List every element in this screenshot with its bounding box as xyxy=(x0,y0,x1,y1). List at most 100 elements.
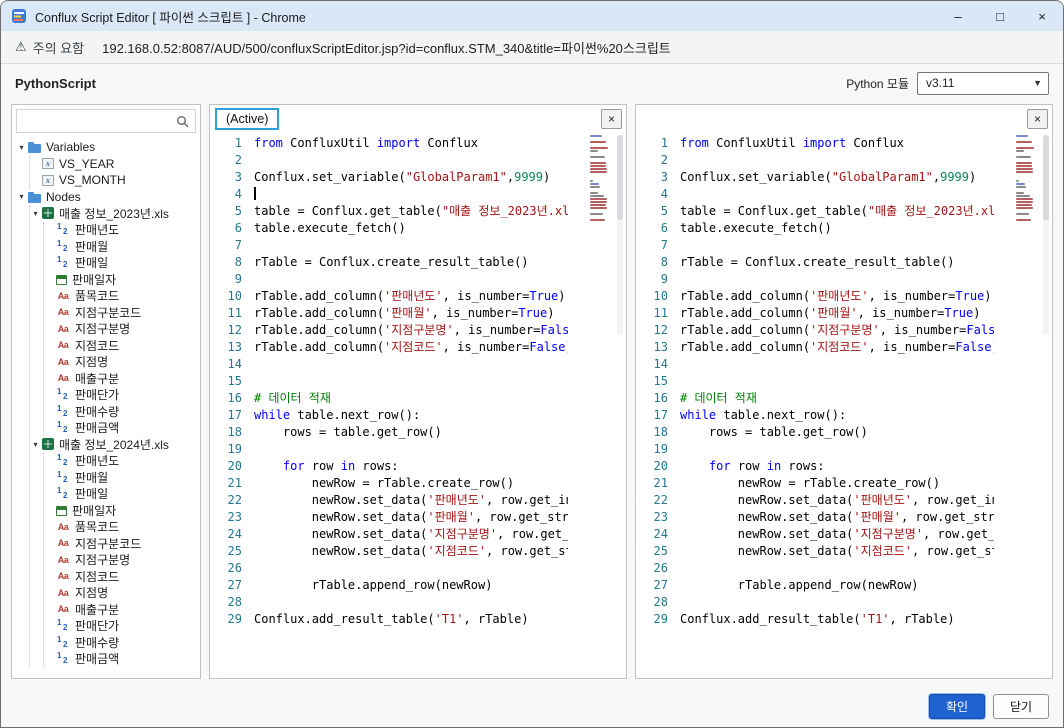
scrollbar[interactable] xyxy=(1043,135,1049,335)
minimap[interactable] xyxy=(590,135,614,222)
code-line[interactable]: 6table.execute_fetch() xyxy=(640,220,994,237)
code-line[interactable]: 21 newRow = rTable.create_row() xyxy=(640,475,994,492)
code-line[interactable]: 28 xyxy=(214,594,568,611)
security-warning-icon[interactable]: ⚠ xyxy=(15,39,27,55)
tree-item[interactable]: Aa지점코드 xyxy=(44,568,200,585)
tree-item[interactable]: Aa지점명 xyxy=(44,354,200,371)
code-line[interactable]: 25 newRow.set_data('지점코드', row.get_st xyxy=(640,543,994,560)
tree-item[interactable]: Aa매출구분 xyxy=(44,601,200,618)
code-area[interactable]: 1from ConfluxUtil import Conflux23Conflu… xyxy=(214,135,568,672)
tree-item[interactable]: Aa품목코드 xyxy=(44,519,200,536)
code-line[interactable]: 16# 데이터 적재 xyxy=(640,390,994,407)
python-version-select[interactable]: v3.11 ▼ xyxy=(917,72,1049,95)
code-line[interactable]: 17while table.next_row(): xyxy=(214,407,568,424)
code-line[interactable]: 21 newRow = rTable.create_row() xyxy=(214,475,568,492)
code-line[interactable]: 11rTable.add_column('판매월', is_number=Tru… xyxy=(214,305,568,322)
code-line[interactable]: 2 xyxy=(214,152,568,169)
code-line[interactable]: 9 xyxy=(214,271,568,288)
editor-right[interactable]: × 1from ConfluxUtil import Conflux23Conf… xyxy=(635,104,1053,679)
code-line[interactable]: 19 xyxy=(214,441,568,458)
code-line[interactable]: 24 newRow.set_data('지점구분명', row.get_ xyxy=(640,526,994,543)
code-line[interactable]: 13rTable.add_column('지점코드', is_number=Fa… xyxy=(640,339,994,356)
tree-item[interactable]: 12판매일 xyxy=(44,486,200,503)
close-button-footer[interactable]: 닫기 xyxy=(993,694,1049,719)
code-line[interactable]: 29Conflux.add_result_table('T1', rTable) xyxy=(214,611,568,628)
search-icon[interactable] xyxy=(176,115,189,128)
code-line[interactable]: 29Conflux.add_result_table('T1', rTable) xyxy=(640,611,994,628)
code-line[interactable]: 1from ConfluxUtil import Conflux xyxy=(640,135,994,152)
code-line[interactable]: 1from ConfluxUtil import Conflux xyxy=(214,135,568,152)
code-line[interactable]: 27 rTable.append_row(newRow) xyxy=(214,577,568,594)
code-line[interactable]: 15 xyxy=(214,373,568,390)
code-line[interactable]: 18 rows = table.get_row() xyxy=(214,424,568,441)
code-line[interactable]: 4 xyxy=(214,186,568,203)
code-line[interactable]: 10rTable.add_column('판매년도', is_number=Tr… xyxy=(214,288,568,305)
tree-item[interactable]: 12판매년도 xyxy=(44,222,200,239)
code-line[interactable]: 20 for row in rows: xyxy=(214,458,568,475)
chevron-down-icon[interactable]: ▾ xyxy=(30,209,41,218)
chevron-down-icon[interactable]: ▾ xyxy=(16,192,27,201)
code-line[interactable]: 26 xyxy=(640,560,994,577)
tree-item[interactable]: Aa지점구분명 xyxy=(44,321,200,338)
code-line[interactable]: 11rTable.add_column('판매월', is_number=Tru… xyxy=(640,305,994,322)
tree-item[interactable]: 12판매금액 xyxy=(44,420,200,437)
code-line[interactable]: 3Conflux.set_variable("GlobalParam1",999… xyxy=(214,169,568,186)
security-warning-label[interactable]: 주의 요함 xyxy=(33,38,84,57)
code-line[interactable]: 25 newRow.set_data('지점코드', row.get_st xyxy=(214,543,568,560)
editor-left[interactable]: (Active) × 1from ConfluxUtil import Conf… xyxy=(209,104,627,679)
tree-item[interactable]: Aa지점명 xyxy=(44,585,200,602)
editor-close-button[interactable]: × xyxy=(1027,109,1048,129)
tree-item[interactable]: 12판매월 xyxy=(44,469,200,486)
tree-item[interactable]: Aa지점코드 xyxy=(44,337,200,354)
code-line[interactable]: 4 xyxy=(640,186,994,203)
code-line[interactable]: 13rTable.add_column('지점코드', is_number=Fa… xyxy=(214,339,568,356)
code-line[interactable]: 9 xyxy=(640,271,994,288)
window-close-button[interactable]: × xyxy=(1021,1,1063,31)
tree-item[interactable]: VS_YEAR xyxy=(30,156,200,173)
code-line[interactable]: 22 newRow.set_data('판매년도', row.get_in xyxy=(214,492,568,509)
code-line[interactable]: 3Conflux.set_variable("GlobalParam1",999… xyxy=(640,169,994,186)
tree-item[interactable]: 12판매월 xyxy=(44,238,200,255)
code-line[interactable]: 22 newRow.set_data('판매년도', row.get_in xyxy=(640,492,994,509)
tree-item[interactable]: Aa매출구분 xyxy=(44,370,200,387)
code-line[interactable]: 23 newRow.set_data('판매월', row.get_stri xyxy=(214,509,568,526)
code-line[interactable]: 19 xyxy=(640,441,994,458)
code-area[interactable]: 1from ConfluxUtil import Conflux23Conflu… xyxy=(640,135,994,672)
tree-item[interactable]: ▾매출 정보_2023년.xls xyxy=(30,205,200,222)
scrollbar-thumb[interactable] xyxy=(1043,135,1049,220)
tree-item[interactable]: 12판매금액 xyxy=(44,651,200,668)
code-line[interactable]: 8rTable = Conflux.create_result_table() xyxy=(214,254,568,271)
tree-item[interactable]: ▾Nodes xyxy=(16,189,200,206)
tree-item[interactable]: 12판매수량 xyxy=(44,634,200,651)
code-line[interactable]: 24 newRow.set_data('지점구분명', row.get_ xyxy=(214,526,568,543)
ok-button[interactable]: 확인 xyxy=(929,694,985,719)
code-line[interactable]: 28 xyxy=(640,594,994,611)
code-line[interactable]: 14 xyxy=(214,356,568,373)
code-line[interactable]: 20 for row in rows: xyxy=(640,458,994,475)
maximize-button[interactable]: □ xyxy=(979,1,1021,31)
tree-item[interactable]: 판매일자 xyxy=(44,502,200,519)
code-line[interactable]: 16# 데이터 적재 xyxy=(214,390,568,407)
code-line[interactable]: 12rTable.add_column('지점구분명', is_number=F… xyxy=(640,322,994,339)
tree-item[interactable]: Aa지점구분코드 xyxy=(44,304,200,321)
code-line[interactable]: 18 rows = table.get_row() xyxy=(640,424,994,441)
code-line[interactable]: 8rTable = Conflux.create_result_table() xyxy=(640,254,994,271)
tree-item[interactable]: 12판매일 xyxy=(44,255,200,272)
tree-item[interactable]: Aa품목코드 xyxy=(44,288,200,305)
tree-item[interactable]: ▾Variables xyxy=(16,139,200,156)
titlebar[interactable]: Conflux Script Editor [ 파이썬 스크립트 ] - Chr… xyxy=(1,1,1063,31)
tree-item[interactable]: 12판매년도 xyxy=(44,453,200,470)
tree-item[interactable]: 12판매단가 xyxy=(44,618,200,635)
tree-item[interactable]: ▾매출 정보_2024년.xls xyxy=(30,436,200,453)
code-line[interactable]: 26 xyxy=(214,560,568,577)
tree-item[interactable]: Aa지점구분코드 xyxy=(44,535,200,552)
url-text[interactable]: 192.168.0.52:8087/AUD/500/confluxScriptE… xyxy=(102,38,671,57)
search-input[interactable] xyxy=(23,114,176,128)
minimap[interactable] xyxy=(1016,135,1040,222)
code-line[interactable]: 23 newRow.set_data('판매월', row.get_stri xyxy=(640,509,994,526)
code-line[interactable]: 7 xyxy=(640,237,994,254)
editor-close-button[interactable]: × xyxy=(601,109,622,129)
chevron-down-icon[interactable]: ▾ xyxy=(30,440,41,449)
tree-item[interactable]: VS_MONTH xyxy=(30,172,200,189)
scrollbar[interactable] xyxy=(617,135,623,335)
